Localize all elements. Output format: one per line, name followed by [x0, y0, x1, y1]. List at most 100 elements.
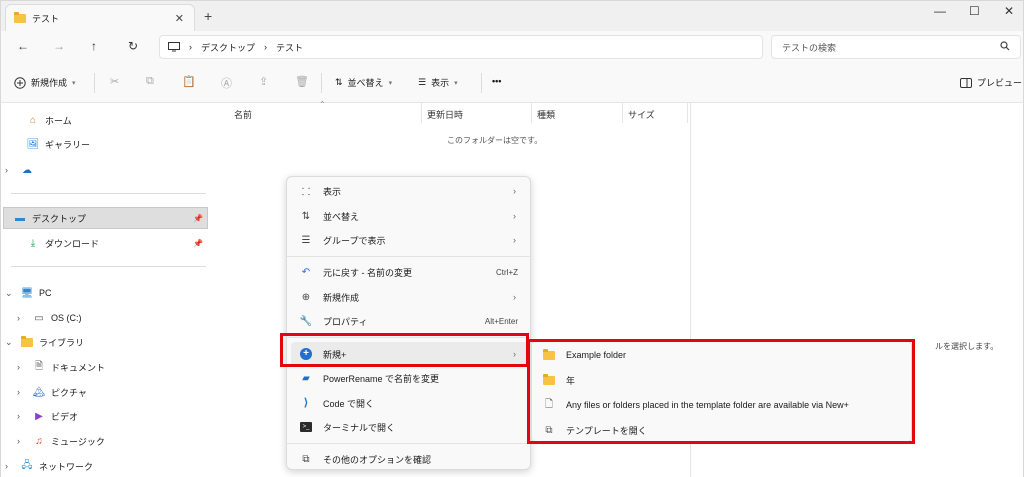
refresh-button[interactable]: ↻ — [128, 39, 138, 53]
column-header-name[interactable]: 名前 — [234, 108, 252, 121]
breadcrumb-test[interactable]: テスト — [276, 41, 303, 54]
menu-item-open-with-code[interactable]: ⟩ Code で開く — [291, 391, 528, 415]
menu-item-powerrename[interactable]: ▰ PowerRename で名前を変更 — [291, 366, 528, 390]
up-button[interactable]: ↑ — [91, 39, 97, 53]
sidebar-item-desktop[interactable]: ▬ デスクトップ 📌 — [3, 207, 208, 229]
sidebar-item-gallery[interactable]: 🖼 ギャラリー — [11, 133, 207, 155]
folder-icon — [21, 335, 33, 347]
new-button[interactable]: 新規作成 ▾ — [14, 76, 76, 89]
tab-close-icon[interactable]: ✕ — [175, 12, 184, 25]
preview-pane-icon — [960, 77, 972, 88]
network-icon: 🖧 — [21, 459, 33, 471]
menu-shortcut: Ctrl+Z — [496, 267, 518, 277]
menu-item-sort[interactable]: ⇅ 並べ替え › — [291, 204, 528, 228]
chevron-right-icon[interactable]: › — [17, 362, 31, 372]
close-window-button[interactable]: ✕ — [1004, 4, 1014, 18]
menu-item-properties[interactable]: 🔧 プロパティ Alt+Enter — [291, 309, 528, 333]
desktop-icon: ▬ — [15, 212, 25, 224]
sidebar-item-videos[interactable]: › ▶ ビデオ — [17, 405, 213, 427]
menu-divider — [287, 443, 530, 444]
sidebar-item-label: デスクトップ — [32, 213, 87, 224]
menu-item-label: プロパティ — [323, 316, 368, 327]
chevron-down-icon[interactable]: ⌄ — [5, 288, 19, 299]
breadcrumb-separator: › — [189, 42, 192, 52]
maximize-button[interactable]: ☐ — [969, 4, 980, 18]
minimize-button[interactable]: — — [934, 4, 946, 18]
menu-item-label: 新規作成 — [323, 292, 360, 303]
menu-item-label: PowerRename で名前を変更 — [323, 373, 440, 384]
sidebar-item-network[interactable]: › 🖧 ネットワーク — [5, 455, 201, 477]
menu-item-label: ターミナルで開く — [323, 422, 396, 433]
column-divider[interactable] — [622, 103, 623, 123]
menu-item-group-by[interactable]: ☰ グループで表示 › — [291, 228, 528, 252]
cut-icon[interactable]: ✂ — [110, 75, 119, 88]
toolbar-divider — [481, 73, 482, 93]
tab-label: テスト — [32, 14, 60, 24]
menu-item-label: 表示 — [323, 186, 342, 197]
back-button[interactable]: ← — [17, 39, 29, 53]
menu-item-label: グループで表示 — [323, 235, 386, 246]
sort-caret-icon: ⌃ — [319, 100, 326, 109]
column-divider[interactable] — [421, 103, 422, 123]
sidebar-item-onedrive[interactable]: › ☁ — [5, 159, 201, 181]
folder-icon — [14, 12, 26, 23]
sidebar-item-label: ホーム — [45, 115, 72, 126]
forward-button[interactable]: → — [53, 39, 65, 53]
column-header-modified[interactable]: 更新日時 — [427, 108, 463, 121]
view-button-label: 表示 — [431, 78, 450, 88]
delete-icon[interactable]: 🗑 — [295, 75, 309, 88]
sidebar-item-downloads[interactable]: ⤓ ダウンロード 📌 — [11, 232, 207, 254]
view-button[interactable]: ☰ 表示 ▾ — [418, 76, 458, 89]
rename-icon[interactable]: Ⓐ — [221, 75, 232, 91]
menu-item-open-terminal[interactable]: >_ ターミナルで開く — [291, 415, 528, 439]
sidebar-item-libraries[interactable]: ⌄ ライブラリ — [5, 331, 201, 353]
new-tab-button[interactable]: + — [204, 8, 212, 24]
sort-button[interactable]: ⇅ 並べ替え ▾ — [335, 76, 392, 89]
preview-message: ルを選択します。 — [935, 342, 999, 351]
chevron-right-icon: › — [513, 211, 516, 221]
sidebar-item-label: ギャラリー — [45, 139, 91, 150]
more-options-button[interactable]: ••• — [492, 76, 501, 86]
search-input[interactable]: テストの検索 — [771, 35, 1021, 59]
terminal-icon: >_ — [300, 422, 312, 432]
column-divider[interactable] — [687, 103, 688, 123]
menu-item-undo[interactable]: ↶ 元に戻す - 名前の変更 Ctrl+Z — [291, 260, 528, 284]
chevron-down-icon[interactable]: ⌄ — [5, 337, 19, 348]
cloud-icon: ☁ — [22, 164, 32, 176]
sidebar-item-label: ライブラリ — [39, 337, 85, 348]
sidebar-item-os-c[interactable]: › ▭ OS (C:) — [17, 307, 213, 329]
sidebar-item-music[interactable]: › ♫ ミュージック — [17, 430, 213, 452]
sidebar-item-pictures[interactable]: › 🏔 ピクチャ — [17, 381, 213, 403]
search-placeholder: テストの検索 — [782, 42, 837, 53]
navigation-pane: ⌂ ホーム 🖼 ギャラリー › ☁ ▬ デスクトップ 📌 ⤓ ダウンロード 📌 … — [0, 103, 209, 477]
copy-icon[interactable]: ⧉ — [146, 75, 154, 88]
breadcrumb-desktop[interactable]: デスクトップ — [201, 41, 255, 54]
chevron-right-icon[interactable]: › — [17, 411, 31, 421]
paste-icon[interactable]: 📋 — [182, 75, 196, 88]
share-icon[interactable]: ⇪ — [259, 75, 268, 88]
column-header-type[interactable]: 種類 — [537, 108, 555, 121]
sidebar-item-pc[interactable]: ⌄ 🖥 PC — [5, 282, 201, 304]
sidebar-item-home[interactable]: ⌂ ホーム — [11, 109, 207, 131]
toolbar-divider — [321, 73, 322, 93]
chevron-right-icon[interactable]: › — [17, 387, 31, 397]
sidebar-item-label: ダウンロード — [45, 238, 100, 249]
chevron-right-icon[interactable]: › — [17, 436, 31, 446]
column-header-size[interactable]: サイズ — [628, 108, 655, 121]
preview-button[interactable]: プレビュー — [960, 76, 1022, 89]
menu-item-view[interactable]: ⸬ 表示 › — [291, 179, 528, 203]
chevron-right-icon[interactable]: › — [17, 313, 31, 323]
sidebar-item-label: ネットワーク — [39, 461, 94, 472]
tab-test[interactable]: テスト ✕ — [5, 4, 195, 32]
menu-item-new[interactable]: ⊕ 新規作成 › — [291, 285, 528, 309]
download-icon: ⤓ — [30, 237, 36, 249]
sidebar-item-documents[interactable]: › 🗎 ドキュメント — [17, 356, 213, 378]
breadcrumb-separator: › — [264, 42, 268, 52]
chevron-right-icon[interactable]: › — [5, 461, 19, 471]
address-bar[interactable]: › デスクトップ › テスト — [159, 35, 763, 59]
menu-item-more-options[interactable]: ⧉ その他のオプションを確認 — [291, 447, 528, 471]
chevron-down-icon: ▾ — [72, 79, 76, 87]
sidebar-item-label: OS (C:) — [51, 313, 82, 323]
column-divider[interactable] — [531, 103, 532, 123]
chevron-right-icon[interactable]: › — [5, 165, 19, 175]
